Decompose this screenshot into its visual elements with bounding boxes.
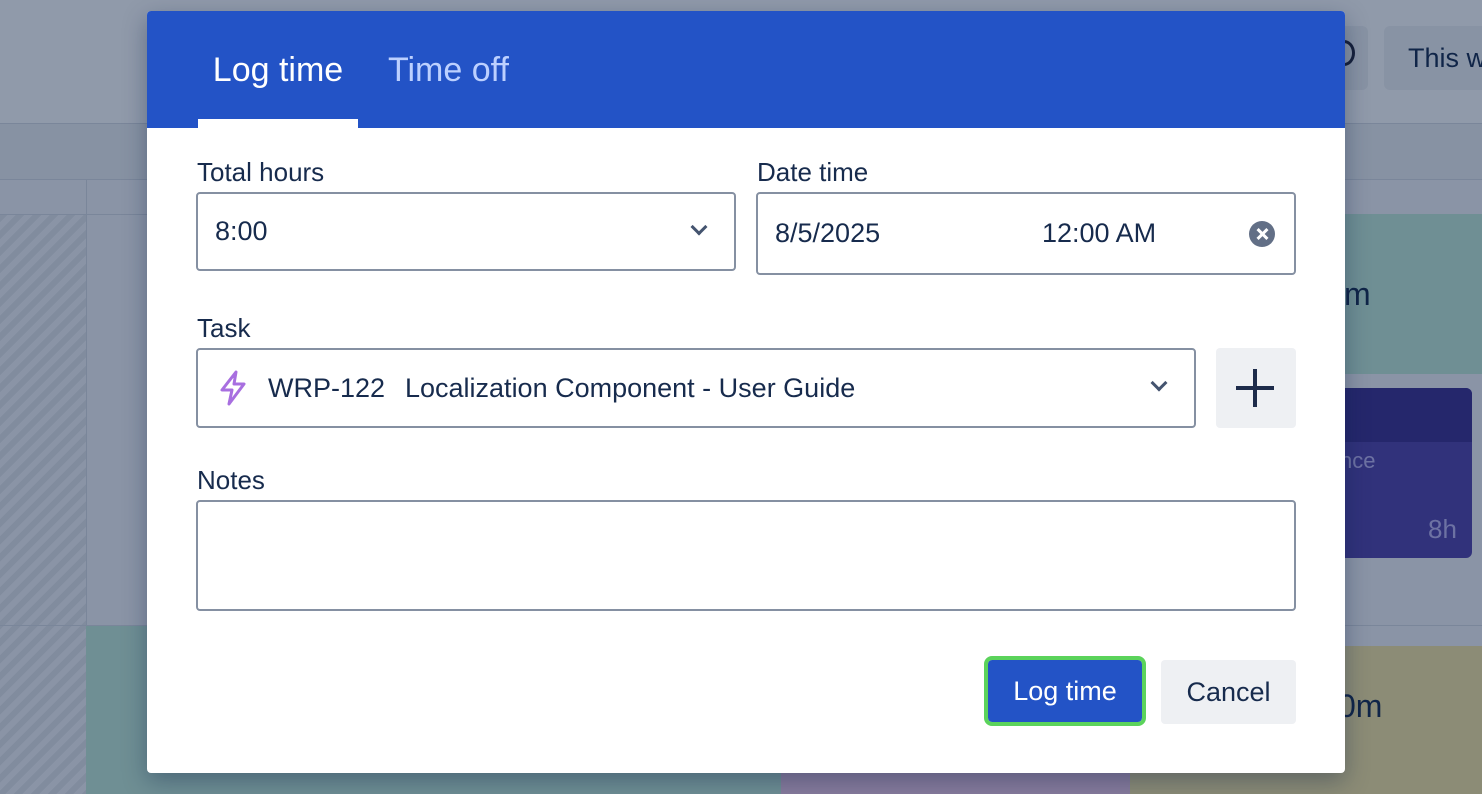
date-time-field[interactable]: 8/5/2025 12:00 AM <box>756 192 1296 275</box>
total-hours-value: 8:00 <box>215 216 268 246</box>
date-time-label: Date time <box>757 157 869 187</box>
task-label: Task <box>197 313 251 343</box>
notes-textarea[interactable] <box>196 500 1296 611</box>
log-time-button[interactable]: Log time <box>984 656 1146 726</box>
tab-log-time[interactable]: Log time <box>198 11 358 128</box>
task-name: Localization Component - User Guide <box>405 373 856 403</box>
total-hours-label: Total hours <box>197 157 325 187</box>
tab-time-off[interactable]: Time off <box>388 11 509 128</box>
log-time-dialog: Log time Time off Total hours 8:00 Date … <box>147 11 1345 773</box>
date-input[interactable]: 8/5/2025 <box>775 194 880 273</box>
task-key: WRP-122 <box>268 373 386 403</box>
chevron-down-icon <box>690 218 708 236</box>
dialog-header: Log time Time off <box>147 11 1345 128</box>
total-hours-select[interactable]: 8:00 <box>196 192 736 271</box>
chevron-down-icon <box>1150 374 1168 392</box>
plus-icon <box>1253 369 1257 407</box>
clear-icon[interactable] <box>1249 221 1275 247</box>
notes-label: Notes <box>197 465 265 495</box>
add-task-button[interactable] <box>1216 348 1296 428</box>
task-select[interactable]: WRP-122 Localization Component - User Gu… <box>196 348 1196 428</box>
lightning-bolt-icon <box>220 370 246 406</box>
time-input[interactable]: 12:00 AM <box>1042 194 1156 273</box>
cancel-button[interactable]: Cancel <box>1161 660 1296 724</box>
